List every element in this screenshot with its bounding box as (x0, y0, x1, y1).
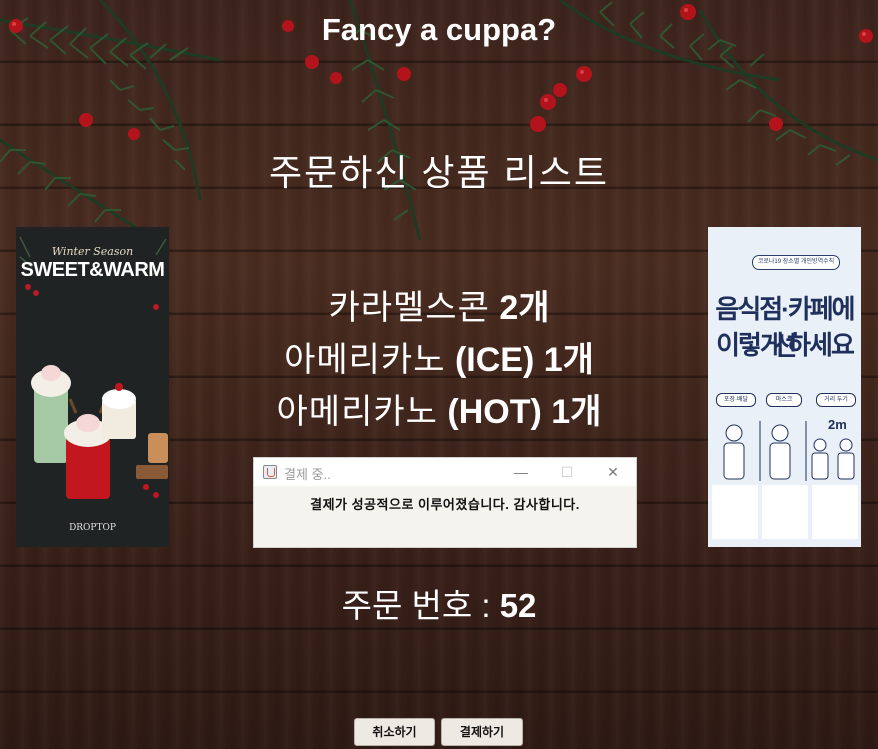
poster-footnote-1 (712, 485, 758, 539)
page-title: Fancy a cuppa? (321, 12, 557, 47)
order-confirmation-screen: Fancy a cuppa? 주문하신 상품 리스트 Winter Season (0, 0, 878, 749)
pay-button[interactable]: 결제하기 (441, 718, 523, 746)
order-item-list: 카라멜스콘 2개 아메리카노 (ICE) 1개 아메리카노 (HOT) 1개 (0, 282, 878, 438)
poster-footnote-3 (812, 485, 858, 539)
close-icon[interactable]: ✕ (590, 458, 636, 486)
poster-footnote-2 (762, 485, 808, 539)
dialog-title: 결제 중.. (284, 467, 331, 482)
poster-banner: 코로나19 장소별 개인방역수칙 (752, 255, 840, 270)
order-list-heading: 주문하신 상품 리스트 (268, 152, 610, 193)
order-item: 아메리카노 (HOT) 1개 (0, 386, 878, 438)
payment-dialog: 결제 중.. — ☐ ✕ 결제가 성공적으로 이루어졌습니다. 감사합니다. (253, 457, 637, 548)
order-item-qty: 2개 (499, 289, 550, 327)
order-item: 아메리카노 (ICE) 1개 (0, 334, 878, 386)
java-app-icon (263, 465, 277, 479)
poster-brand: DROPTOP (69, 523, 116, 533)
order-number-label: 주문 번호 : (341, 587, 491, 624)
order-item: 카라멜스콘 2개 (0, 282, 878, 334)
order-item-qty: (HOT) 1개 (447, 393, 602, 431)
order-item-qty: (ICE) 1개 (454, 341, 594, 379)
poster-season-text: Winter Season (51, 245, 134, 258)
maximize-icon: ☐ (560, 464, 574, 480)
dialog-titlebar[interactable]: 결제 중.. — ☐ ✕ (254, 458, 636, 486)
dialog-message: 결제가 성공적으로 이루어졌습니다. 감사합니다. (310, 497, 580, 512)
order-item-name: 카라멜스콘 (328, 289, 490, 327)
order-number-value: 52 (499, 587, 537, 624)
poster-title: SWEET&WARM (20, 259, 165, 281)
cancel-button[interactable]: 취소하기 (354, 718, 435, 746)
order-item-name: 아메리카노 (276, 393, 438, 431)
order-number: 주문 번호 : 52 (0, 579, 878, 627)
minimize-icon[interactable]: — (498, 458, 544, 486)
order-item-name: 아메리카노 (284, 341, 446, 379)
